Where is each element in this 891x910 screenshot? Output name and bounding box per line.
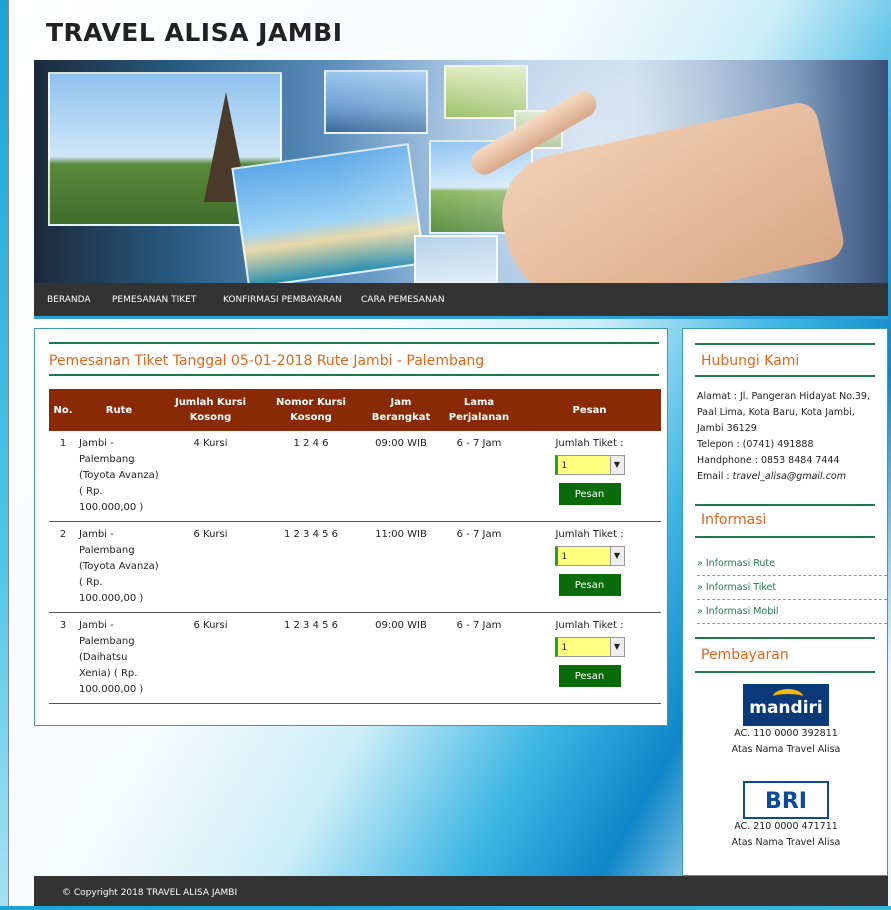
contact-email-label: Email :: [697, 471, 733, 482]
contact-email: travel_alisa@gmail.com: [732, 471, 846, 482]
mandiri-logo: mandiri: [743, 684, 829, 726]
chevron-down-icon[interactable]: ▼: [609, 638, 624, 656]
footer: © Copyright 2018 TRAVEL ALISA JAMBI: [34, 876, 888, 906]
qty-label: Jumlah Tiket :: [555, 620, 624, 631]
info-links: » Informasi Rute » Informasi Tiket » Inf…: [697, 552, 887, 624]
qty-select[interactable]: 1 ▼: [554, 637, 625, 657]
cell-lama: 6 - 7 Jam: [440, 431, 518, 522]
cell-nomor: 1 2 4 6: [260, 431, 362, 522]
nav-beranda[interactable]: BERANDA: [47, 295, 91, 305]
pesan-button[interactable]: Pesan: [558, 574, 621, 596]
divider: [695, 375, 875, 377]
col-header-jumlah-kursi: Jumlah Kursi Kosong: [161, 389, 260, 431]
nav-cara-pemesanan[interactable]: CARA PEMESANAN: [361, 295, 445, 305]
divider: [695, 536, 875, 538]
col-header-lama: Lama Perjalanan: [440, 389, 518, 431]
main-content-panel: Pemesanan Tiket Tanggal 05-01-2018 Rute …: [34, 328, 668, 726]
qty-value: 1: [561, 552, 568, 562]
table-row: 1 Jambi - Palembang (Toyota Avanza) ( Rp…: [49, 431, 661, 522]
qty-value: 1: [561, 643, 568, 653]
cell-rute: Jambi - Palembang (Toyota Avanza) ( Rp. …: [77, 431, 161, 522]
cell-jam: 09:00 WIB: [362, 612, 440, 704]
cell-jam: 09:00 WIB: [362, 431, 440, 522]
table-row: 3 Jambi - Palembang (Daihatsu Xenia) ( R…: [49, 612, 661, 704]
qty-select[interactable]: 1 ▼: [554, 546, 625, 566]
header-banner: [34, 60, 888, 283]
table-header-row: No. Rute Jumlah Kursi Kosong Nomor Kursi…: [49, 389, 661, 431]
nav-pemesanan-tiket[interactable]: PEMESANAN TIKET: [112, 295, 196, 305]
info-heading: Informasi: [701, 512, 767, 528]
cell-no: 2: [49, 521, 77, 613]
qty-label: Jumlah Tiket :: [555, 529, 624, 540]
cell-nomor: 1 2 3 4 5 6: [260, 521, 362, 613]
bank-account: AC. 210 0000 471711: [734, 821, 838, 832]
cell-lama: 6 - 7 Jam: [440, 521, 518, 613]
link-informasi-rute[interactable]: » Informasi Rute: [697, 552, 887, 576]
contact-phone: Telepon : (0741) 491888: [697, 439, 814, 450]
cell-kursi: 6 Kursi: [161, 612, 260, 704]
cell-no: 1: [49, 431, 77, 522]
qty-select[interactable]: 1 ▼: [554, 455, 625, 475]
cell-kursi: 4 Kursi: [161, 431, 260, 522]
cell-jam: 11:00 WIB: [362, 521, 440, 613]
pesan-button[interactable]: Pesan: [558, 665, 621, 687]
divider: [695, 637, 875, 639]
contact-email-line: Email : travel_alisa@gmail.com: [697, 469, 882, 485]
cell-kursi: 6 Kursi: [161, 521, 260, 613]
qty-label: Jumlah Tiket :: [555, 438, 624, 449]
site-title: TRAVEL ALISA JAMBI: [46, 18, 343, 47]
main-nav: BERANDA PEMESANAN TIKET KONFIRMASI PEMBA…: [34, 283, 888, 319]
chevron-down-icon[interactable]: ▼: [609, 547, 624, 565]
col-header-nomor-kursi: Nomor Kursi Kosong: [260, 389, 362, 431]
pesan-button[interactable]: Pesan: [558, 483, 621, 505]
cell-rute: Jambi - Palembang (Toyota Avanza) ( Rp. …: [77, 521, 161, 613]
link-informasi-tiket[interactable]: » Informasi Tiket: [697, 576, 887, 600]
divider: [49, 374, 659, 376]
chevron-down-icon[interactable]: ▼: [609, 456, 624, 474]
bank-account: AC. 110 0000 392811: [734, 728, 838, 739]
cell-pesan: Jumlah Tiket : 1 ▼ Pesan: [518, 521, 661, 613]
cell-rute: Jambi - Palembang (Daihatsu Xenia) ( Rp.…: [77, 612, 161, 704]
cell-pesan: Jumlah Tiket : 1 ▼ Pesan: [518, 612, 661, 704]
bank-account-name: Atas Nama Travel Alisa: [731, 837, 841, 848]
cell-lama: 6 - 7 Jam: [440, 612, 518, 704]
page-title: Pemesanan Tiket Tanggal 05-01-2018 Rute …: [49, 353, 485, 369]
col-header-rute: Rute: [77, 389, 161, 431]
cell-nomor: 1 2 3 4 5 6: [260, 612, 362, 704]
table-row: 2 Jambi - Palembang (Toyota Avanza) ( Rp…: [49, 521, 661, 613]
contact-info: Alamat : Jl. Pangeran Hidayat No.39, Paa…: [697, 389, 882, 485]
qty-value: 1: [561, 461, 568, 471]
bri-logo: BRI: [743, 781, 829, 819]
divider: [695, 343, 875, 345]
bank-account-name: Atas Nama Travel Alisa: [731, 744, 841, 755]
cell-no: 3: [49, 612, 77, 704]
bank-bri: BRI AC. 210 0000 471711 Atas Nama Travel…: [683, 781, 889, 851]
divider: [695, 504, 875, 506]
payment-heading: Pembayaran: [701, 647, 789, 663]
contact-heading: Hubungi Kami: [701, 353, 800, 369]
divider: [49, 342, 659, 344]
nav-konfirmasi-pembayaran[interactable]: KONFIRMASI PEMBAYARAN: [223, 295, 342, 305]
cell-pesan: Jumlah Tiket : 1 ▼ Pesan: [518, 431, 661, 522]
bank-mandiri: mandiri AC. 110 0000 392811 Atas Nama Tr…: [683, 684, 889, 758]
sidebar: Hubungi Kami Alamat : Jl. Pangeran Hiday…: [682, 328, 888, 876]
col-header-pesan: Pesan: [518, 389, 661, 431]
divider: [695, 671, 875, 673]
col-header-jam: Jam Berangkat: [362, 389, 440, 431]
col-header-no: No.: [49, 389, 77, 431]
ticket-table: No. Rute Jumlah Kursi Kosong Nomor Kursi…: [49, 389, 661, 704]
contact-handphone: Handphone : 0853 8484 7444: [697, 455, 840, 466]
contact-address: Alamat : Jl. Pangeran Hidayat No.39, Paa…: [697, 391, 870, 434]
link-informasi-mobil[interactable]: » Informasi Mobil: [697, 600, 887, 624]
